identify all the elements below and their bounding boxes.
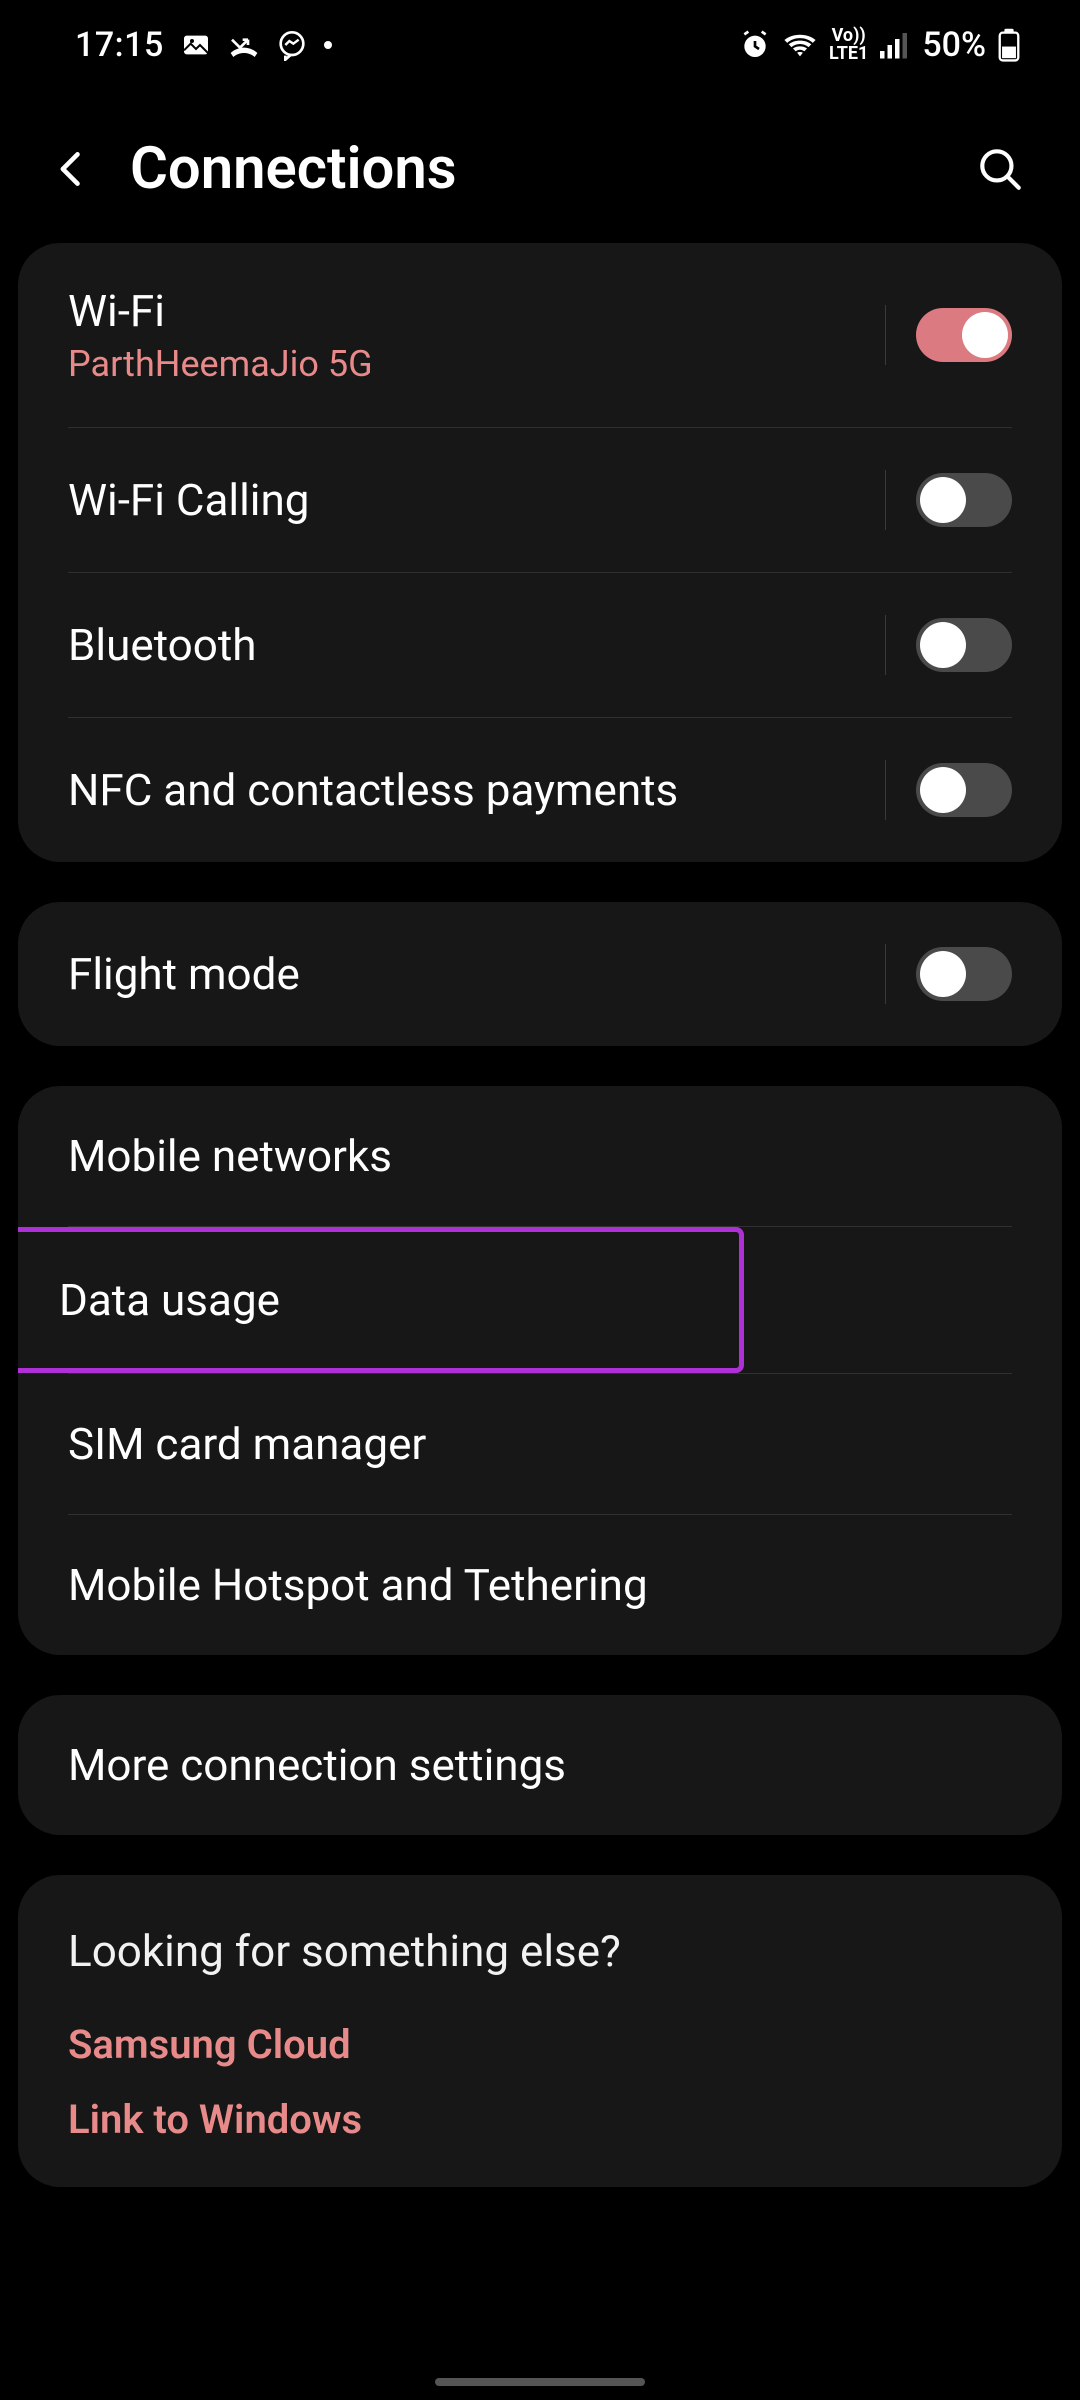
clock: 17:15 (75, 25, 164, 65)
row-title: Mobile networks (68, 1130, 1012, 1182)
row-nfc[interactable]: NFC and contactless payments (18, 718, 1062, 862)
row-title: More connection settings (68, 1739, 1012, 1791)
battery-icon (998, 28, 1020, 62)
more-notifications-dot (324, 41, 332, 49)
row-title: Data usage (59, 1274, 689, 1326)
row-hotspot-tethering[interactable]: Mobile Hotspot and Tethering (18, 1515, 1062, 1655)
search-icon (975, 144, 1025, 194)
toggle-separator (885, 760, 886, 820)
volte-icon: Vo))LTE1 (829, 27, 868, 63)
row-title: Wi-Fi (68, 285, 875, 337)
back-button[interactable] (50, 147, 110, 191)
group-flight-mode: Flight mode (18, 902, 1062, 1046)
missed-call-icon (228, 29, 260, 61)
search-button[interactable] (970, 144, 1030, 194)
messenger-icon (276, 29, 308, 61)
signal-icon (880, 31, 910, 59)
row-title: Flight mode (68, 948, 875, 1000)
link-link-to-windows[interactable]: Link to Windows (18, 2082, 1062, 2157)
status-left: 17:15 (75, 25, 332, 65)
group-suggestions: Looking for something else? Samsung Clou… (18, 1875, 1062, 2187)
status-right: Vo))LTE1 50% (739, 25, 1020, 65)
wifi-calling-toggle[interactable] (916, 473, 1012, 527)
toggle-separator (885, 944, 886, 1004)
chevron-left-icon (50, 147, 94, 191)
bluetooth-toggle[interactable] (916, 618, 1012, 672)
group-mobile: Mobile networks Data usage SIM card mana… (18, 1086, 1062, 1655)
toggle-separator (885, 305, 886, 365)
wifi-icon (783, 30, 817, 60)
row-title: Wi-Fi Calling (68, 474, 875, 526)
row-title: SIM card manager (68, 1418, 1012, 1470)
row-wifi[interactable]: Wi-Fi ParthHeemaJio 5G (18, 243, 1062, 427)
row-mobile-networks[interactable]: Mobile networks (18, 1086, 1062, 1226)
row-data-usage[interactable]: Data usage (18, 1227, 744, 1373)
status-bar: 17:15 Vo))LTE1 50% (0, 0, 1080, 85)
alarm-icon (739, 29, 771, 61)
row-sim-card-manager[interactable]: SIM card manager (18, 1374, 1062, 1514)
page-header: Connections (0, 85, 1080, 243)
row-title: Mobile Hotspot and Tethering (68, 1559, 1012, 1611)
battery-percent: 50% (922, 25, 986, 65)
toggle-separator (885, 470, 886, 530)
suggestions-title: Looking for something else? (18, 1875, 1062, 2007)
group-more-settings: More connection settings (18, 1695, 1062, 1835)
row-text: Wi-Fi ParthHeemaJio 5G (68, 285, 875, 385)
row-title: NFC and contactless payments (68, 764, 875, 816)
flight-mode-toggle[interactable] (916, 947, 1012, 1001)
row-flight-mode[interactable]: Flight mode (18, 902, 1062, 1046)
home-indicator[interactable] (435, 2378, 645, 2386)
wifi-toggle[interactable] (916, 308, 1012, 362)
row-wifi-calling[interactable]: Wi-Fi Calling (18, 428, 1062, 572)
nfc-toggle[interactable] (916, 763, 1012, 817)
settings-content: Wi-Fi ParthHeemaJio 5G Wi-Fi Calling Blu… (0, 243, 1080, 2187)
row-bluetooth[interactable]: Bluetooth (18, 573, 1062, 717)
page-title: Connections (130, 135, 970, 203)
wifi-network-name: ParthHeemaJio 5G (68, 343, 875, 385)
row-title: Bluetooth (68, 619, 875, 671)
toggle-separator (885, 615, 886, 675)
row-more-connection-settings[interactable]: More connection settings (18, 1695, 1062, 1835)
group-connections-main: Wi-Fi ParthHeemaJio 5G Wi-Fi Calling Blu… (18, 243, 1062, 862)
picture-icon (180, 29, 212, 61)
link-samsung-cloud[interactable]: Samsung Cloud (18, 2007, 1062, 2082)
